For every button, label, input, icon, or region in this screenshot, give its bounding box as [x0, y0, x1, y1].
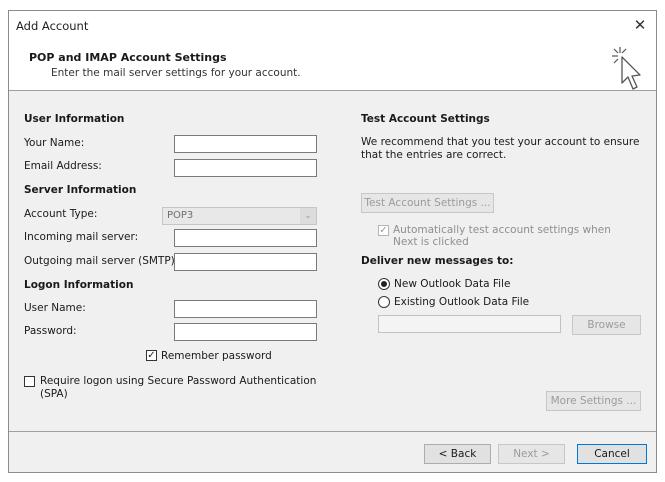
- test-settings-description: We recommend that you test your account …: [361, 136, 640, 161]
- your-name-input[interactable]: [174, 135, 317, 153]
- email-address-label: Email Address:: [24, 160, 102, 172]
- logon-information-heading: Logon Information: [24, 279, 134, 291]
- user-information-heading: User Information: [24, 113, 125, 125]
- email-address-input[interactable]: [174, 159, 317, 177]
- server-information-heading: Server Information: [24, 184, 137, 196]
- outgoing-server-input[interactable]: [174, 253, 317, 271]
- user-name-input[interactable]: [174, 300, 317, 318]
- header-subtitle: Enter the mail server settings for your …: [51, 67, 301, 79]
- browse-button[interactable]: Browse: [572, 315, 641, 335]
- next-button[interactable]: Next >: [498, 444, 565, 464]
- close-icon[interactable]: ✕: [630, 15, 650, 35]
- account-type-label: Account Type:: [24, 208, 98, 220]
- data-file-path-input: [378, 315, 561, 333]
- dialog-footer: < Back Next > Cancel: [9, 432, 656, 472]
- header-title: POP and IMAP Account Settings: [29, 51, 227, 64]
- remember-password-checkbox[interactable]: ✓: [146, 350, 157, 361]
- settings-panel: User Information Your Name: Email Addres…: [9, 91, 656, 431]
- spa-label: Require logon using Secure Password Auth…: [40, 375, 317, 400]
- back-button[interactable]: < Back: [424, 444, 491, 464]
- your-name-label: Your Name:: [24, 137, 85, 149]
- auto-test-checkbox[interactable]: ✓: [378, 225, 389, 236]
- radio-selected-dot: [381, 281, 387, 287]
- cancel-button[interactable]: Cancel: [577, 444, 647, 464]
- deliver-heading: Deliver new messages to:: [361, 255, 514, 267]
- spa-checkbox[interactable]: [24, 376, 35, 387]
- test-settings-heading: Test Account Settings: [361, 113, 490, 125]
- add-account-dialog: Add Account ✕ POP and IMAP Account Setti…: [8, 10, 657, 473]
- window-title: Add Account: [16, 19, 89, 33]
- existing-data-file-radio[interactable]: [378, 296, 390, 308]
- password-input[interactable]: [174, 323, 317, 341]
- remember-password-label: Remember password: [161, 350, 272, 362]
- test-account-settings-button[interactable]: Test Account Settings ...: [361, 193, 494, 213]
- account-type-value: POP3: [167, 210, 194, 221]
- outgoing-server-label: Outgoing mail server (SMTP):: [24, 255, 179, 267]
- password-label: Password:: [24, 325, 77, 337]
- more-settings-button[interactable]: More Settings ...: [546, 391, 641, 411]
- chevron-down-icon: ⌄: [300, 208, 316, 224]
- auto-test-label: Automatically test account settings when…: [393, 224, 611, 248]
- user-name-label: User Name:: [24, 302, 86, 314]
- account-type-select: POP3 ⌄: [162, 207, 317, 225]
- incoming-server-label: Incoming mail server:: [24, 231, 139, 243]
- new-data-file-radio[interactable]: [378, 278, 390, 290]
- existing-data-file-label: Existing Outlook Data File: [394, 296, 530, 308]
- incoming-server-input[interactable]: [174, 229, 317, 247]
- new-data-file-label: New Outlook Data File: [394, 278, 511, 290]
